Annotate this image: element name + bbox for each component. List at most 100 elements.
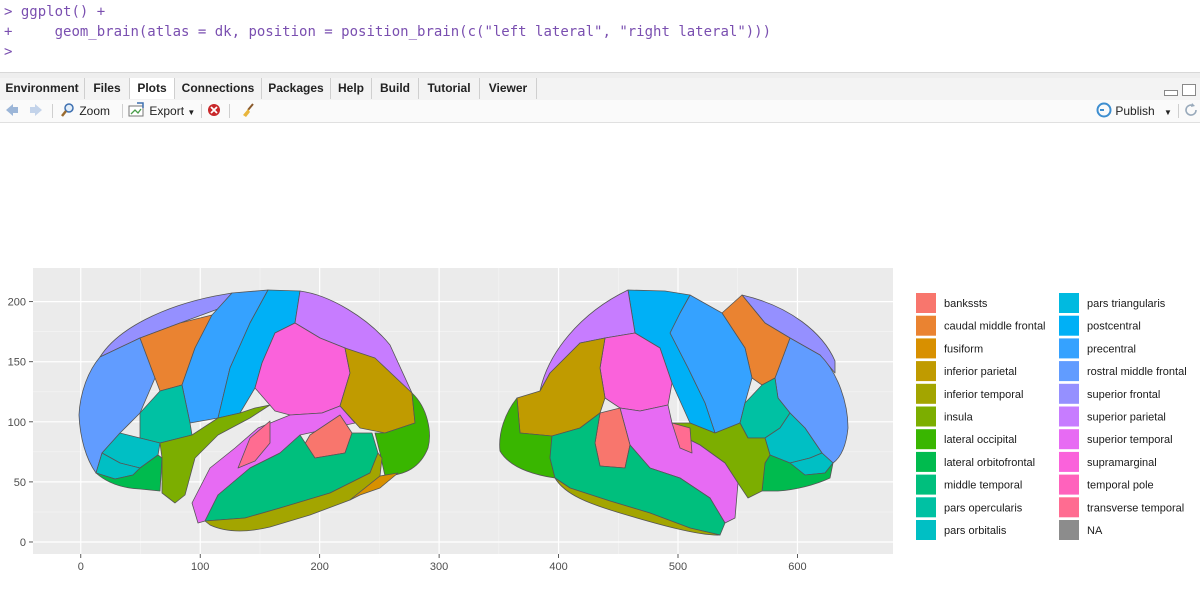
y-tick-label: 0 xyxy=(20,537,26,549)
legend-label: superior temporal xyxy=(1087,434,1173,446)
arrow-right-icon xyxy=(30,104,42,116)
legend-key xyxy=(1059,338,1079,359)
legend-key xyxy=(1059,361,1079,382)
x-tick-label: 600 xyxy=(788,561,806,573)
toolbar-separator xyxy=(122,104,123,118)
legend-key xyxy=(916,361,936,382)
legend-label: inferior parietal xyxy=(944,366,1017,378)
legend-key xyxy=(1059,383,1079,404)
console-line-2: + geom_brain(atlas = dk, position = posi… xyxy=(4,24,771,40)
legend-key xyxy=(1059,474,1079,495)
tab-build[interactable]: Build xyxy=(372,78,419,99)
chevron-down-icon: ▼ xyxy=(1164,108,1172,117)
tab-viewer[interactable]: Viewer xyxy=(480,78,537,99)
legend-key xyxy=(916,406,936,427)
legend-label: temporal pole xyxy=(1087,480,1154,492)
console-line-1: > ggplot() + xyxy=(4,4,105,20)
console-input-line[interactable]: > xyxy=(4,44,12,60)
x-tick-label: 300 xyxy=(430,561,448,573)
legend-label: inferior temporal xyxy=(944,389,1023,401)
legend-label: caudal middle frontal xyxy=(944,321,1046,333)
publish-label: Publish xyxy=(1115,104,1155,118)
y-tick-label: 150 xyxy=(8,357,26,369)
tab-connections[interactable]: Connections xyxy=(175,78,262,99)
legend-key xyxy=(916,293,936,313)
tab-packages[interactable]: Packages xyxy=(262,78,331,99)
arrow-left-icon xyxy=(6,104,18,116)
console-code-2: geom_brain(atlas = dk, position = positi… xyxy=(20,24,772,40)
plot-area: 0 100 200 300 400 500 600050100150200 ba… xyxy=(0,123,1200,603)
y-tick-label: 50 xyxy=(14,477,26,489)
chevron-down-icon: ▼ xyxy=(187,108,196,117)
x-tick-label: 100 xyxy=(191,561,209,573)
legend-key xyxy=(916,315,936,336)
broom-icon xyxy=(243,103,254,117)
legend-key xyxy=(1059,293,1079,313)
console-pane[interactable]: > ggplot() + + geom_brain(atlas = dk, po… xyxy=(0,0,1200,72)
legend-key xyxy=(1059,497,1079,518)
legend-label: lateral occipital xyxy=(944,434,1017,446)
legend-key xyxy=(1059,451,1079,472)
minimize-icon[interactable] xyxy=(1164,90,1178,96)
tab-plots[interactable]: Plots xyxy=(130,78,175,99)
console-prompt: > xyxy=(4,4,13,20)
legend-label: pars opercularis xyxy=(944,502,1023,514)
export-label: Export xyxy=(149,104,185,118)
legend-key xyxy=(1059,429,1079,450)
legend-label: pars orbitalis xyxy=(944,525,1007,537)
y-tick-label: 100 xyxy=(8,417,26,429)
x-tick-label: 0 xyxy=(78,561,84,573)
legend-label: fusiform xyxy=(944,343,983,355)
zoom-label: Zoom xyxy=(79,104,111,118)
plots-toolbar: Zoom Export ▼ Publish ▼ xyxy=(0,100,1200,123)
legend-label: superior frontal xyxy=(1087,389,1160,401)
legend-key xyxy=(916,520,936,540)
legend-label: bankssts xyxy=(944,298,988,310)
x-tick-label: 200 xyxy=(310,561,328,573)
tab-files[interactable]: Files xyxy=(85,78,130,99)
toolbar-separator xyxy=(229,104,230,118)
tab-environment[interactable]: Environment xyxy=(0,78,85,99)
tab-help[interactable]: Help xyxy=(331,78,372,99)
remove-plot-button[interactable] xyxy=(207,102,221,120)
toolbar-separator xyxy=(201,104,202,118)
publish-button[interactable]: Publish ▼ xyxy=(1096,102,1172,120)
back-button[interactable] xyxy=(4,102,20,120)
legend-label: lateral orbitofrontal xyxy=(944,457,1035,469)
legend-key xyxy=(1059,406,1079,427)
legend-key xyxy=(1059,520,1079,540)
legend-label: rostral middle frontal xyxy=(1087,366,1187,378)
toolbar-separator xyxy=(52,104,53,118)
remove-circle-icon xyxy=(208,104,220,116)
legend-label: insula xyxy=(944,412,974,424)
maximize-icon[interactable] xyxy=(1182,84,1196,96)
x-tick-label: 500 xyxy=(669,561,687,573)
legend-label: pars triangularis xyxy=(1087,298,1166,310)
zoom-button[interactable]: Zoom xyxy=(60,102,110,120)
refresh-icon xyxy=(1185,103,1197,116)
legend-key xyxy=(916,497,936,518)
legend-key xyxy=(916,429,936,450)
legend-label: transverse temporal xyxy=(1087,502,1184,514)
export-image-icon xyxy=(128,102,144,117)
y-tick-label: 200 xyxy=(8,297,26,309)
legend-key xyxy=(916,451,936,472)
legend-key xyxy=(1059,315,1079,336)
console-prompt-empty: > xyxy=(4,44,13,60)
legend-label: NA xyxy=(1087,525,1103,537)
clear-all-button[interactable] xyxy=(240,102,256,120)
legend-label: supramarginal xyxy=(1087,457,1157,469)
tab-tutorial[interactable]: Tutorial xyxy=(419,78,480,99)
toolbar-separator xyxy=(1178,104,1179,118)
refresh-button[interactable] xyxy=(1184,102,1198,120)
console-code-1: ggplot() + xyxy=(20,4,106,20)
legend-label: middle temporal xyxy=(944,480,1022,492)
publish-icon xyxy=(1096,102,1112,118)
legend-key xyxy=(916,474,936,495)
console-continuation: + xyxy=(4,24,13,40)
export-button[interactable]: Export ▼ xyxy=(128,102,195,120)
legend-label: superior parietal xyxy=(1087,412,1166,424)
forward-button[interactable] xyxy=(28,102,44,120)
legend-key xyxy=(916,338,936,359)
legend-label: postcentral xyxy=(1087,321,1141,333)
